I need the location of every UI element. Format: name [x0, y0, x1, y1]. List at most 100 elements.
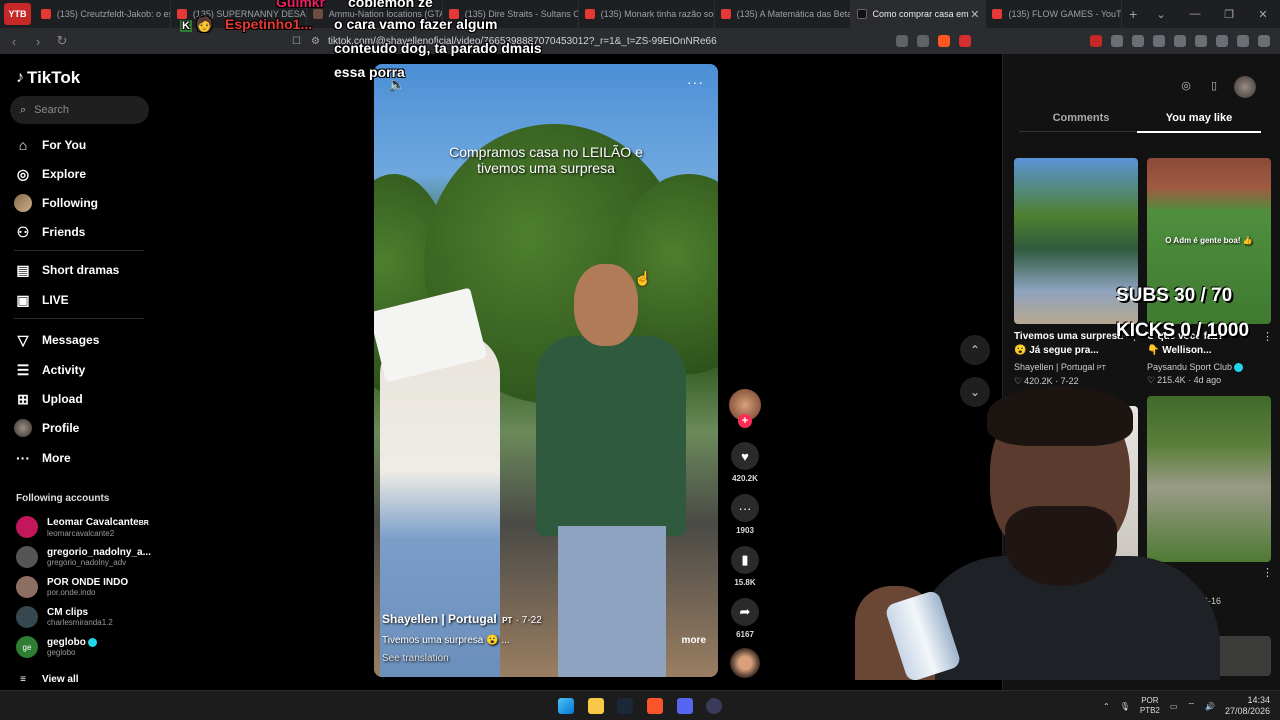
like-button[interactable]: ♥ 420.2K [730, 442, 760, 483]
nav-short-dramas[interactable]: ▤ Short dramas [14, 259, 119, 281]
rec-more-icon[interactable]: ⋮ [1262, 566, 1273, 579]
translate-icon[interactable] [896, 35, 908, 47]
subs-counter: SUBS 30 / 70 [1116, 285, 1233, 306]
reload-icon[interactable]: ↻ [52, 33, 72, 49]
cast-icon[interactable] [917, 35, 929, 47]
streamer-webcam [855, 386, 1220, 680]
site-info-icon[interactable]: ⚙ [311, 36, 320, 47]
file-explorer-icon[interactable] [588, 698, 604, 714]
extension-icon[interactable] [1153, 35, 1165, 47]
following-account[interactable]: gregorio_nadolny_a... gregorio_nadolny_ad… [16, 546, 151, 568]
more-options-icon[interactable]: ··· [687, 74, 704, 90]
chat-message: conteudo dog, ta parado dmais [334, 40, 542, 56]
nav-activity[interactable]: ☰ Activity [14, 359, 86, 381]
account-avatar: ge [16, 636, 38, 658]
video-overlay-caption: Compramos casa no LEILÃO e tivemos uma s… [449, 144, 643, 176]
volume-tray-icon[interactable]: 🔊 [1205, 702, 1215, 711]
brave-icon[interactable] [647, 698, 663, 714]
minimize-icon[interactable]: — [1178, 8, 1212, 21]
tiktok-logo[interactable]: ♪ TikTok [16, 68, 80, 88]
nav-explore[interactable]: ◎ Explore [14, 163, 86, 185]
follow-plus-icon[interactable]: + [738, 414, 752, 428]
see-translation-link[interactable]: See translation [382, 653, 449, 664]
kick-badge-icon: K [180, 20, 192, 32]
comment-button[interactable]: ··· 1903 [730, 494, 760, 535]
home-icon: ⌂ [18, 137, 28, 153]
user-avatar[interactable] [1234, 76, 1256, 98]
nav-following[interactable]: Following [14, 192, 98, 214]
close-tab-icon[interactable]: ✕ [970, 8, 979, 21]
menu-icon[interactable] [1258, 35, 1270, 47]
vpn-icon[interactable] [1237, 35, 1249, 47]
youtube-icon [992, 9, 1003, 19]
clock[interactable]: 14:34 27/08/2026 [1225, 695, 1270, 717]
rec-more-icon[interactable]: ⋮ [1262, 330, 1273, 343]
microphone-icon[interactable]: 🎙 [1120, 702, 1130, 711]
share-button[interactable]: ➦ 6167 [730, 598, 760, 639]
brave-rewards-icon[interactable] [959, 35, 971, 47]
browser-tab[interactable]: (135) Monark tinha razão sob [579, 0, 715, 28]
windows-start-icon[interactable] [558, 698, 574, 714]
tray-chevron-icon[interactable]: ⌃ [1103, 702, 1110, 711]
maximize-icon[interactable]: ❐ [1212, 8, 1246, 21]
video-author[interactable]: Shayellen | Portugal PT · 7-22 [382, 612, 542, 626]
extension-icon[interactable] [1111, 35, 1123, 47]
rec-meta: Paysandu Sport Club ♡ 215.4K · 4d ago [1147, 361, 1271, 387]
back-icon[interactable]: ‹ [4, 34, 24, 49]
activity-icon: ☰ [16, 361, 30, 378]
friends-icon: ⚇ [16, 223, 30, 240]
bookmark-icon[interactable]: ☐ [292, 36, 301, 47]
nav-more[interactable]: ··· More [14, 447, 71, 469]
kicks-counter: KICKS 0 / 1000 [1116, 320, 1250, 341]
following-account[interactable]: ge geglobo geglobo [16, 636, 97, 658]
monitor-icon[interactable]: ▭ [1170, 702, 1178, 711]
sidebar-icon[interactable] [1174, 35, 1186, 47]
nav-for-you[interactable]: ⌂ For You [14, 134, 86, 156]
browser-tab[interactable]: (135) FLOW GAMES - YouTub [986, 0, 1123, 28]
account-avatar [16, 576, 38, 598]
browser-tab[interactable]: (135) Creutzfeldt-Jakob: o es [35, 0, 171, 28]
tiktok-icon [856, 9, 867, 19]
nav-friends[interactable]: ⚇ Friends [14, 221, 86, 243]
nav-upload[interactable]: ⊞ Upload [14, 388, 83, 410]
nav-profile[interactable]: Profile [14, 417, 79, 439]
leo-icon[interactable] [1216, 35, 1228, 47]
browser-tab-active[interactable]: Como comprar casa em ✕ [850, 0, 987, 28]
more-button[interactable]: more [682, 635, 706, 646]
account-avatar [16, 546, 38, 568]
tab-search-icon[interactable]: ⌄ [1144, 8, 1178, 21]
nav-live[interactable]: ▣ LIVE [14, 289, 68, 311]
app-icon[interactable] [706, 698, 722, 714]
nav-messages[interactable]: ▽ Messages [14, 329, 100, 351]
previous-video-button[interactable]: ⌃ [960, 335, 990, 365]
profile-badge[interactable]: YTB [4, 3, 31, 25]
view-all-link[interactable]: ≡ View all [14, 668, 78, 690]
save-button[interactable]: ▮ 15.8K [730, 546, 760, 587]
network-icon[interactable]: ⌔ [1187, 701, 1195, 711]
video-player[interactable]: Compramos casa no LEILÃO e tivemos uma s… [374, 64, 718, 677]
following-account[interactable]: Leomar CavalcanteBR leomarcavalcante2 [16, 516, 149, 538]
following-account[interactable]: POR ONDE INDO por.onde.indo [16, 576, 128, 598]
following-account[interactable]: CM clips charlesmiranda1.2 [16, 606, 113, 628]
more-dots-icon: ··· [16, 450, 30, 466]
device-icon[interactable]: ▯ [1206, 79, 1222, 95]
close-window-icon[interactable]: ✕ [1246, 8, 1280, 21]
new-tab-button[interactable]: + [1122, 6, 1144, 22]
brave-shield-icon[interactable] [938, 35, 950, 47]
music-disc-icon[interactable] [730, 648, 760, 678]
extension-icon[interactable] [1090, 35, 1102, 47]
upload-icon: ⊞ [17, 390, 29, 407]
tab-you-may-like[interactable]: You may like [1137, 112, 1261, 133]
browser-tab[interactable]: (135) A Matemática das Beta [715, 0, 851, 28]
forward-icon[interactable]: › [28, 34, 48, 49]
wallet-icon[interactable] [1195, 35, 1207, 47]
tab-comments[interactable]: Comments [1019, 112, 1143, 132]
steam-icon[interactable] [617, 698, 633, 714]
chat-username: Guimkr [276, 0, 326, 10]
search-input[interactable]: ⌕ Search [10, 96, 149, 124]
language-indicator[interactable]: POR PTB2 [1140, 696, 1160, 716]
puzzle-icon[interactable] [1132, 35, 1144, 47]
coins-icon[interactable]: ◎ [1178, 79, 1194, 95]
discord-icon[interactable] [677, 698, 693, 714]
share-icon: ➦ [731, 598, 759, 626]
